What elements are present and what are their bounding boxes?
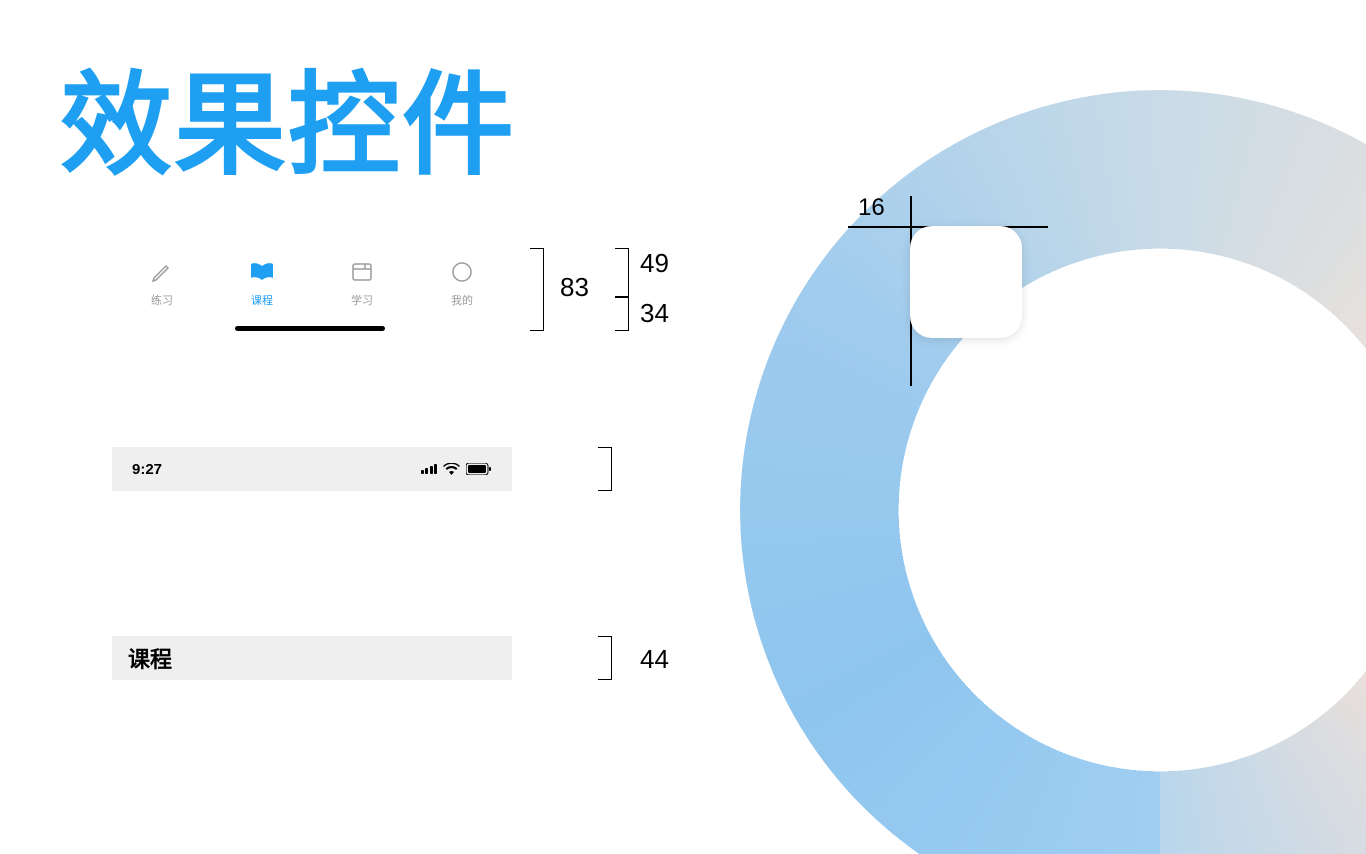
home-indicator <box>235 326 385 331</box>
nav-title: 课程 <box>128 642 172 674</box>
study-icon <box>346 256 378 288</box>
page-title: 效果控件 <box>60 35 516 197</box>
tab-mine[interactable]: 我的 <box>412 248 512 331</box>
measure-card-radius: 16 <box>858 194 885 222</box>
battery-icon <box>466 463 492 475</box>
card-spec: 16 <box>848 196 1068 416</box>
tab-label: 练习 <box>151 292 173 308</box>
cellular-signal-icon <box>421 464 438 474</box>
measure-nav-height: 44 <box>640 644 669 675</box>
tab-course[interactable]: 课程 <box>212 248 312 331</box>
pencil-icon <box>146 256 178 288</box>
nav-bar-sample: 课程 <box>112 636 512 680</box>
tab-label: 课程 <box>251 292 273 308</box>
wifi-icon <box>443 463 460 475</box>
bracket <box>598 447 612 491</box>
status-time: 9:27 <box>132 461 162 478</box>
bracket <box>530 248 544 331</box>
tab-label: 学习 <box>351 292 373 308</box>
measure-tab-home: 34 <box>640 298 669 329</box>
measure-tab-total: 83 <box>560 272 589 303</box>
tab-label: 我的 <box>451 292 473 308</box>
bracket <box>615 297 629 331</box>
status-bar-sample: 9:27 <box>112 447 512 491</box>
bracket <box>615 248 629 297</box>
tab-practice[interactable]: 练习 <box>112 248 212 331</box>
bracket <box>598 636 612 680</box>
tab-study[interactable]: 学习 <box>312 248 412 331</box>
tab-bar-sample: 练习 课程 学习 我的 <box>112 248 512 331</box>
circle-icon <box>446 256 478 288</box>
measure-tab-content: 49 <box>640 248 669 279</box>
book-open-icon <box>246 256 278 288</box>
card-sample <box>910 226 1022 338</box>
status-icons <box>421 463 493 475</box>
